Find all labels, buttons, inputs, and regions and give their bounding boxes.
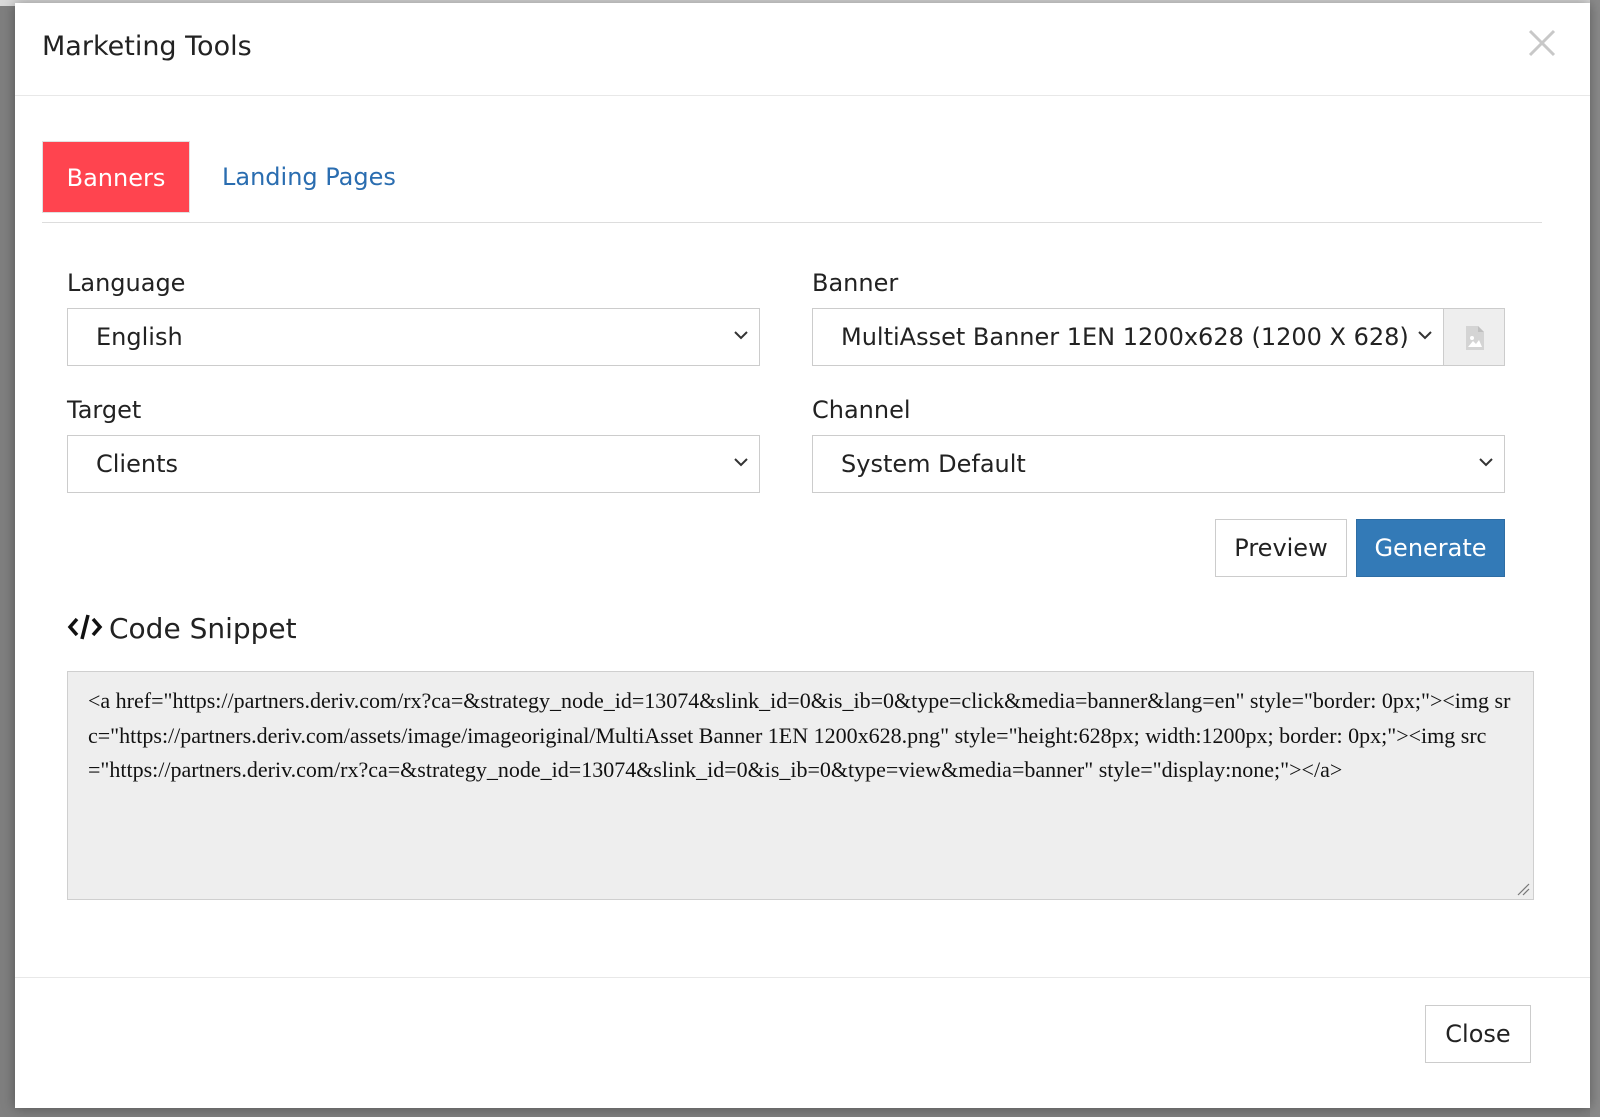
tab-bar: Banners Landing Pages (42, 141, 1542, 223)
resize-handle-icon[interactable] (1516, 882, 1530, 896)
language-label: Language (67, 269, 186, 297)
code-snippet-title: Code Snippet (109, 612, 297, 645)
chevron-down-icon (1418, 331, 1432, 340)
tab-banners[interactable]: Banners (42, 141, 190, 213)
close-button[interactable]: Close (1425, 1005, 1531, 1063)
modal-header: Marketing Tools (15, 3, 1590, 96)
code-snippet-text: <a href="https://partners.deriv.com/rx?c… (88, 688, 1511, 782)
modal-title: Marketing Tools (42, 31, 252, 62)
image-file-icon (1466, 326, 1484, 350)
chevron-down-icon (1479, 458, 1493, 467)
banner-select-value: MultiAsset Banner 1EN 1200x628 (1200 X 6… (841, 323, 1409, 351)
target-select-value: Clients (96, 450, 178, 478)
modal-footer: Close (15, 977, 1590, 1108)
banner-label: Banner (812, 269, 899, 297)
target-label: Target (67, 396, 142, 424)
chevron-down-icon (734, 458, 748, 467)
language-select[interactable]: English (67, 308, 760, 366)
marketing-tools-modal: Marketing Tools Banners Landing Pages La… (15, 3, 1590, 1108)
banner-select[interactable]: MultiAsset Banner 1EN 1200x628 (1200 X 6… (812, 308, 1444, 366)
generate-button[interactable]: Generate (1356, 519, 1505, 577)
close-icon[interactable] (1524, 25, 1560, 61)
tab-landing-pages[interactable]: Landing Pages (222, 141, 422, 213)
code-snippet-heading: Code Snippet (67, 609, 297, 649)
preview-button[interactable]: Preview (1215, 519, 1347, 577)
code-icon (67, 614, 103, 640)
backdrop-edge (1590, 0, 1600, 1117)
chevron-down-icon (734, 331, 748, 340)
close-x-glyph (1528, 29, 1556, 57)
banner-preview-image-button[interactable] (1443, 308, 1505, 366)
channel-select-value: System Default (841, 450, 1026, 478)
channel-select[interactable]: System Default (812, 435, 1505, 493)
language-select-value: English (96, 323, 183, 351)
target-select[interactable]: Clients (67, 435, 760, 493)
channel-label: Channel (812, 396, 911, 424)
code-snippet-textarea[interactable]: <a href="https://partners.deriv.com/rx?c… (67, 671, 1534, 900)
